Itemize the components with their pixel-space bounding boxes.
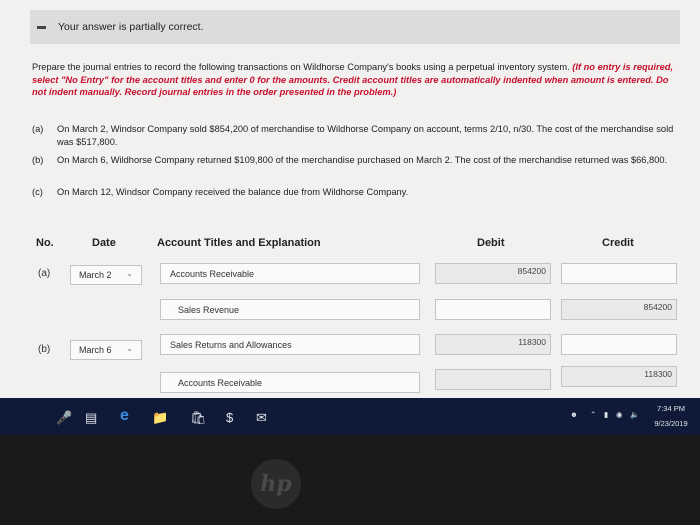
edge-browser-icon[interactable]: e	[120, 407, 129, 425]
status-banner: Your answer is partially correct.	[30, 10, 680, 44]
transaction-text: On March 6, Wildhorse Company returned $…	[57, 155, 668, 165]
debit-input[interactable]	[435, 299, 551, 320]
transaction-text: On March 2, Windsor Company sold $854,20…	[57, 124, 674, 147]
credit-input[interactable]: 118300	[561, 366, 677, 387]
journal-table-header: No. Date Account Titles and Explanation …	[0, 232, 700, 256]
transaction-text: On March 12, Windsor Company received th…	[57, 187, 409, 197]
header-debit: Debit	[477, 237, 505, 249]
microphone-icon[interactable]: 🎤	[56, 410, 72, 426]
debit-input[interactable]	[435, 369, 551, 390]
header-date: Date	[92, 237, 116, 249]
store-icon[interactable]: 🛍	[190, 410, 207, 426]
credit-input[interactable]	[561, 263, 677, 284]
transaction-b: (b) On March 6, Wildhorse Company return…	[32, 154, 682, 167]
system-clock[interactable]: 7:34 PM 9/23/2019	[650, 404, 692, 428]
account-input[interactable]: Sales Returns and Allowances	[160, 334, 420, 355]
account-value: Sales Revenue	[178, 304, 240, 315]
header-account: Account Titles and Explanation	[157, 237, 321, 249]
account-value: Sales Returns and Allowances	[170, 339, 292, 350]
account-input[interactable]: Sales Revenue	[160, 299, 420, 320]
row-no: (a)	[38, 268, 51, 279]
debit-input[interactable]: 118300	[435, 334, 551, 355]
account-input[interactable]: Accounts Receivable	[160, 263, 420, 284]
credit-input[interactable]: 854200	[561, 299, 677, 320]
mail-icon[interactable]: ✉	[256, 410, 267, 426]
windows-taskbar: 🎤 ▤ e 📁 🛍 $ ✉ ☻ ⌃ ▮ ◉ 🔈 7:34 PM 9/23/201…	[0, 398, 700, 435]
transaction-label: (a)	[32, 124, 44, 134]
date-select[interactable]: March 2 ⌄	[70, 265, 142, 285]
account-value: Accounts Receivable	[178, 377, 263, 388]
chevron-down-icon: ⌄	[126, 344, 133, 353]
volume-icon[interactable]: 🔈	[630, 410, 639, 419]
chevron-down-icon: ⌄	[126, 269, 133, 278]
instructions: Prepare the journal entries to record th…	[32, 61, 677, 99]
transaction-a: (a) On March 2, Windsor Company sold $85…	[32, 123, 682, 148]
row-no: (b)	[38, 344, 51, 355]
debit-input[interactable]: 854200	[435, 263, 551, 284]
date-select[interactable]: March 6 ⌄	[70, 340, 142, 360]
clock-date: 9/23/2019	[654, 419, 688, 428]
partial-correct-icon	[37, 25, 46, 29]
date-value: March 6	[79, 345, 112, 355]
transaction-label: (b)	[32, 155, 44, 165]
account-value: Accounts Receivable	[170, 268, 255, 279]
transaction-label: (c)	[32, 187, 43, 197]
file-explorer-icon[interactable]: 📁	[152, 410, 168, 426]
header-credit: Credit	[602, 237, 634, 249]
account-input[interactable]: Accounts Receivable	[160, 372, 420, 393]
status-message: Your answer is partially correct.	[58, 21, 204, 33]
hp-logo: hp	[251, 459, 301, 509]
task-view-icon[interactable]: ▤	[85, 410, 97, 426]
clock-time: 7:34 PM	[657, 404, 685, 413]
battery-icon[interactable]: ▮	[604, 410, 608, 419]
browser-content: Your answer is partially correct. Prepar…	[0, 0, 700, 398]
instructions-main: Prepare the journal entries to record th…	[32, 62, 570, 72]
credit-input[interactable]	[561, 334, 677, 355]
transaction-c: (c) On March 12, Windsor Company receive…	[32, 186, 682, 199]
hp-logo-text: hp	[260, 471, 292, 497]
header-no: No.	[36, 237, 54, 249]
date-value: March 2	[79, 270, 112, 280]
chevron-up-icon[interactable]: ⌃	[590, 410, 596, 419]
dollar-app-icon[interactable]: $	[226, 410, 233, 425]
wifi-icon[interactable]: ◉	[616, 410, 623, 419]
people-icon[interactable]: ☻	[570, 410, 578, 419]
